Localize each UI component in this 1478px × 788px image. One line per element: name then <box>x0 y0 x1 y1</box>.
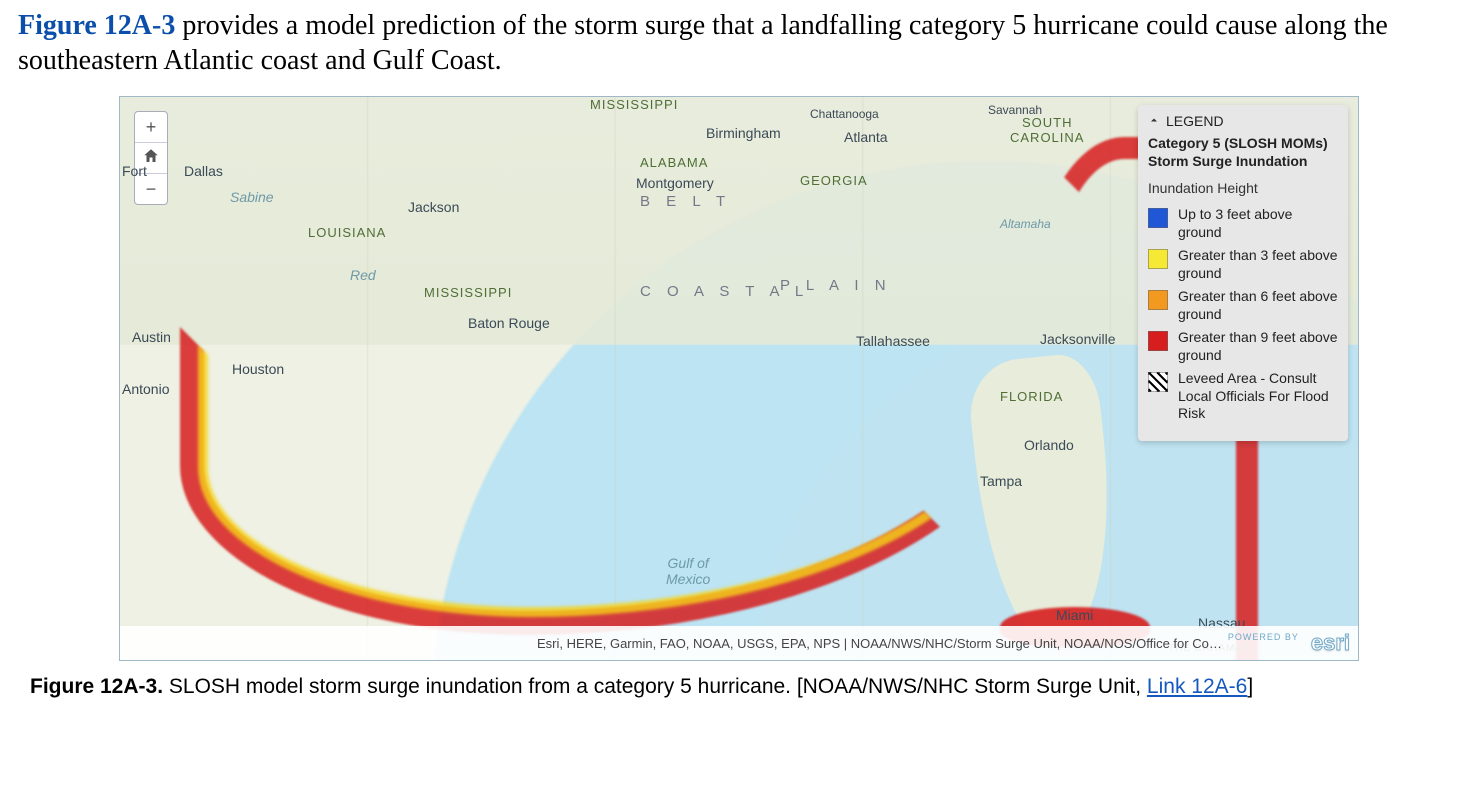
city-label: Miami <box>1056 607 1093 623</box>
state-label: SOUTH CAROLINA <box>1010 115 1084 145</box>
legend-item: Greater than 9 feet above ground <box>1148 329 1338 364</box>
caption-link[interactable]: Link 12A-6 <box>1147 675 1247 698</box>
city-label: Fort <box>122 163 147 179</box>
legend-title: Category 5 (SLOSH MOMs) Storm Surge Inun… <box>1138 135 1348 174</box>
legend-item-text: Up to 3 feet above ground <box>1178 206 1338 241</box>
legend-swatch <box>1148 208 1168 228</box>
legend-item: Greater than 3 feet above ground <box>1148 247 1338 282</box>
legend-header-text: LEGEND <box>1166 113 1224 129</box>
legend-item: Leveed Area - Consult Local Officials Fo… <box>1148 370 1338 423</box>
legend-swatch <box>1148 249 1168 269</box>
city-label: Jackson <box>408 199 459 215</box>
zoom-in-button[interactable]: + <box>135 112 167 142</box>
city-label: Chattanooga <box>810 107 879 121</box>
state-label: ALABAMA <box>640 155 708 170</box>
state-label: FLORIDA <box>1000 389 1063 404</box>
legend-panel: LEGEND Category 5 (SLOSH MOMs) Storm Sur… <box>1138 105 1348 441</box>
city-label: Antonio <box>122 381 169 397</box>
legend-header[interactable]: LEGEND <box>1138 105 1348 135</box>
city-label: Orlando <box>1024 437 1074 453</box>
figure-caption: Figure 12A-3. SLOSH model storm surge in… <box>30 675 1460 699</box>
chevron-up-icon <box>1148 113 1160 129</box>
caption-tail: ] <box>1247 675 1253 698</box>
legend-item-text: Leveed Area - Consult Local Officials Fo… <box>1178 370 1338 423</box>
river-label: Altamaha <box>1000 217 1051 231</box>
city-label: Jacksonville <box>1040 331 1115 347</box>
figure-reference: Figure 12A-3 <box>18 10 175 41</box>
city-label: Atlanta <box>844 129 888 145</box>
legend-item-text: Greater than 9 feet above ground <box>1178 329 1338 364</box>
water-label: Gulf of Mexico <box>666 555 710 587</box>
caption-lead: Figure 12A-3. <box>30 675 163 698</box>
city-label: Tallahassee <box>856 333 930 349</box>
city-label: Montgomery <box>636 175 714 191</box>
attribution-text: Esri, HERE, Garmin, FAO, NOAA, USGS, EPA… <box>537 636 1222 651</box>
legend-item-text: Greater than 6 feet above ground <box>1178 288 1338 323</box>
caption-body: SLOSH model storm surge inundation from … <box>163 675 1147 698</box>
zoom-controls: + − <box>134 111 168 205</box>
legend-item-text: Greater than 3 feet above ground <box>1178 247 1338 282</box>
legend-item: Greater than 6 feet above ground <box>1148 288 1338 323</box>
region-label: B E L T <box>640 193 731 210</box>
city-label: Houston <box>232 361 284 377</box>
river-label: Red <box>350 267 376 283</box>
legend-swatch <box>1148 331 1168 351</box>
state-label: GEORGIA <box>800 173 868 188</box>
state-label: MISSISSIPPI <box>424 285 512 300</box>
legend-items: Up to 3 feet above ground Greater than 3… <box>1138 206 1348 441</box>
intro-text: provides a model prediction of the storm… <box>18 10 1388 76</box>
legend-swatch <box>1148 290 1168 310</box>
river-label: Sabine <box>230 189 274 205</box>
legend-swatch-hatched <box>1148 372 1168 392</box>
region-label: P L A I N <box>780 277 892 294</box>
city-label: Dallas <box>184 163 223 179</box>
city-label: Birmingham <box>706 125 781 141</box>
powered-by-label: POWERED BY <box>1228 632 1299 642</box>
map-container[interactable]: + − Fort Dallas Sabine Austin Antonio Ho… <box>119 96 1359 661</box>
city-label: Tampa <box>980 473 1022 489</box>
state-label: LOUISIANA <box>308 225 386 240</box>
esri-logo: esri <box>1311 630 1350 656</box>
legend-item: Up to 3 feet above ground <box>1148 206 1338 241</box>
city-label: Baton Rouge <box>468 315 550 331</box>
legend-subhead: Inundation Height <box>1138 174 1348 200</box>
intro-paragraph: Figure 12A-3 provides a model prediction… <box>18 8 1460 78</box>
state-label: MISSISSIPPI <box>590 97 678 112</box>
map-attribution: Esri, HERE, Garmin, FAO, NOAA, USGS, EPA… <box>120 626 1358 660</box>
city-label: Austin <box>132 329 171 345</box>
